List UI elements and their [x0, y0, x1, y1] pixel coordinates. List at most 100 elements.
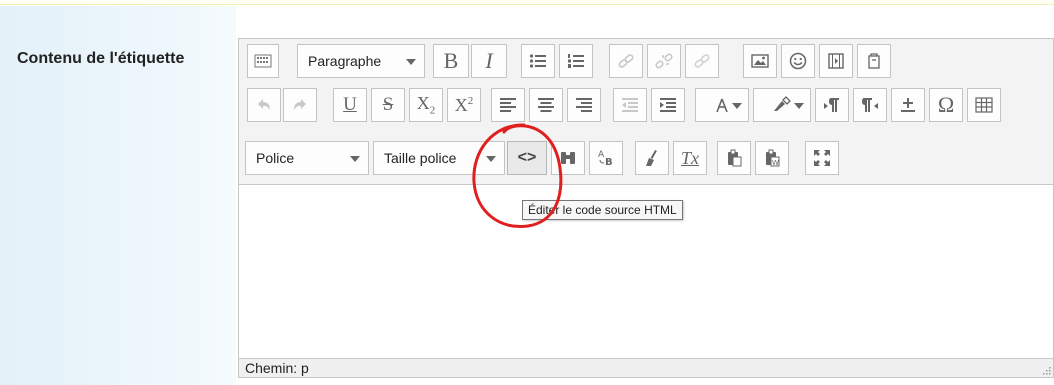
align-left-button[interactable]	[491, 88, 525, 122]
case-change-icon: AB	[598, 150, 613, 168]
indent-button[interactable]	[651, 88, 685, 122]
anchor-button[interactable]	[685, 44, 719, 78]
svg-text:A: A	[598, 150, 605, 160]
smiley-icon	[789, 52, 807, 70]
top-border	[0, 0, 1054, 5]
format-select[interactable]: Paragraphe	[297, 44, 425, 78]
redo-button[interactable]	[283, 88, 317, 122]
text-color-button[interactable]	[695, 88, 749, 122]
align-right-button[interactable]	[567, 88, 601, 122]
manage-files-button[interactable]	[857, 44, 891, 78]
align-right-icon	[576, 98, 592, 112]
strikethrough-button[interactable]: S	[371, 88, 405, 122]
image-icon	[751, 54, 769, 68]
bold-icon: B	[443, 48, 459, 73]
chevron-down-icon	[406, 59, 416, 65]
outdent-icon	[622, 98, 638, 112]
binoculars-icon	[561, 152, 575, 164]
font-family-value: Police	[256, 150, 295, 166]
insert-media-button[interactable]	[819, 44, 853, 78]
table-button[interactable]	[967, 88, 1001, 122]
superscript-button[interactable]: X2	[447, 88, 481, 122]
font-size-select[interactable]: Taille police	[373, 141, 505, 175]
fullscreen-button[interactable]	[805, 141, 839, 175]
unlink-button[interactable]	[647, 44, 681, 78]
toolbar-row-1: Paragraphe B I	[239, 39, 1053, 79]
svg-text:W: W	[772, 159, 779, 167]
paste-text-button[interactable]	[717, 141, 751, 175]
subscript-base: X	[416, 93, 430, 114]
superscript-mark: 2	[467, 94, 474, 107]
font-family-select[interactable]: Police	[245, 141, 369, 175]
text-color-icon	[716, 98, 728, 113]
superscript-icon: X2	[455, 95, 474, 116]
chevron-down-icon	[486, 156, 496, 162]
subscript-button[interactable]: X2	[409, 88, 443, 122]
unlink-icon	[655, 53, 673, 69]
redo-icon	[294, 99, 306, 110]
superscript-base: X	[454, 94, 468, 115]
toolbar-row-3: Police Taille police <> AB Tx W	[239, 138, 1053, 176]
highlight-icon	[774, 96, 791, 111]
insert-image-button[interactable]	[743, 44, 777, 78]
files-icon	[868, 53, 880, 69]
align-center-icon	[538, 98, 554, 112]
tooltip: Éditer le code source HTML	[522, 200, 683, 220]
numbered-list-button[interactable]	[559, 44, 593, 78]
search-replace-button[interactable]	[551, 141, 585, 175]
italic-button[interactable]: I	[471, 44, 507, 78]
link-button[interactable]	[609, 44, 643, 78]
film-icon	[828, 53, 844, 69]
label-column: Contenu de l'étiquette	[0, 6, 236, 385]
html-source-button[interactable]: <>	[507, 141, 547, 175]
underline-button[interactable]: U	[333, 88, 367, 122]
bullet-list-icon	[529, 54, 546, 68]
paste-word-icon: W	[766, 149, 780, 167]
insert-emoticon-button[interactable]	[781, 44, 815, 78]
rtl-button[interactable]	[853, 88, 887, 122]
case-change-button[interactable]: AB	[589, 141, 623, 175]
svg-text:B: B	[605, 157, 613, 168]
equation-button[interactable]	[891, 88, 925, 122]
bold-button[interactable]: B	[433, 44, 469, 78]
code-icon: <>	[517, 149, 537, 166]
resize-handle-icon[interactable]	[1041, 365, 1051, 375]
paste-word-button[interactable]: W	[755, 141, 789, 175]
toolbar-row-2: U S X2 X2 Ω	[239, 82, 1053, 122]
ltr-button[interactable]	[815, 88, 849, 122]
background-color-button[interactable]	[753, 88, 811, 122]
paste-text-icon	[728, 149, 742, 167]
align-center-button[interactable]	[529, 88, 563, 122]
special-char-button[interactable]: Ω	[929, 88, 963, 122]
plus-minus-icon	[901, 98, 915, 112]
undo-icon	[258, 99, 270, 110]
element-path[interactable]: Chemin: p	[245, 360, 309, 376]
align-left-icon	[500, 98, 516, 112]
fullscreen-icon	[814, 150, 830, 166]
table-icon	[975, 97, 993, 113]
undo-button[interactable]	[247, 88, 281, 122]
numbered-list-icon	[568, 54, 584, 68]
keyboard-icon	[254, 54, 272, 68]
link-icon	[618, 54, 634, 68]
chevron-down-icon	[350, 156, 360, 162]
outdent-button[interactable]	[613, 88, 647, 122]
indent-icon	[660, 98, 676, 112]
toolbar-toggle-button[interactable]	[247, 44, 279, 78]
italic-icon: I	[485, 48, 493, 73]
subscript-icon: X2	[417, 93, 436, 117]
clear-formatting-button[interactable]: Tx	[673, 141, 707, 175]
chevron-down-icon	[732, 103, 742, 109]
status-bar: Chemin: p	[239, 358, 1053, 377]
rtl-icon	[862, 98, 878, 112]
omega-icon: Ω	[937, 92, 955, 117]
ltr-icon	[824, 98, 839, 112]
strikethrough-icon: S	[382, 94, 394, 115]
broom-icon	[646, 150, 657, 166]
underline-icon: U	[343, 94, 357, 115]
anchor-link-icon	[694, 54, 710, 68]
format-select-value: Paragraphe	[308, 53, 382, 69]
bullet-list-button[interactable]	[521, 44, 555, 78]
clean-html-button[interactable]	[635, 141, 669, 175]
font-size-value: Taille police	[384, 150, 457, 166]
